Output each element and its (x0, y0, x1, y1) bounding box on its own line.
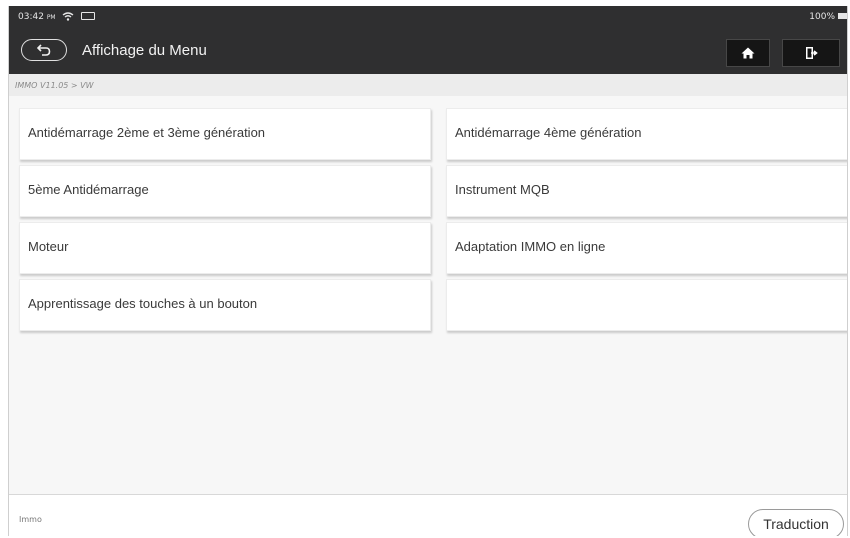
back-arrow-icon (37, 44, 51, 56)
battery-icon (838, 13, 847, 19)
menu-item-immo-5[interactable]: 5ème Antidémarrage (19, 165, 431, 217)
menu-grid: Antidémarrage 2ème et 3ème génération An… (9, 96, 847, 496)
battery-level: 100% (809, 12, 835, 22)
status-time-value: 03:42 (18, 12, 44, 22)
footer-bar: Immo Traduction (9, 494, 847, 536)
translate-button[interactable]: Traduction (748, 509, 844, 536)
page-title: Affichage du Menu (82, 42, 207, 59)
wifi-icon (62, 12, 74, 21)
menu-item-moteur[interactable]: Moteur (19, 222, 431, 274)
menu-item-immo-4-generation[interactable]: Antidémarrage 4ème génération (446, 108, 847, 160)
back-button[interactable] (21, 39, 67, 61)
breadcrumb: IMMO V11.05 > VW (9, 74, 847, 96)
home-button[interactable] (726, 39, 770, 67)
exit-icon (805, 47, 818, 59)
menu-item-immo-2-3-generation[interactable]: Antidémarrage 2ème et 3ème génération (19, 108, 431, 160)
menu-item-online-immo-adaptation[interactable]: Adaptation IMMO en ligne (446, 222, 847, 274)
menu-item-empty (446, 279, 847, 331)
title-bar: 03:42 PM 100% Affichage du Menu (9, 6, 847, 74)
menu-item-one-button-key-learning[interactable]: Apprentissage des touches à un bouton (19, 279, 431, 331)
menu-item-instrument-mqb[interactable]: Instrument MQB (446, 165, 847, 217)
status-time-ampm: PM (46, 14, 56, 21)
app-window: 03:42 PM 100% Affichage du Menu IMMO V11… (8, 6, 848, 536)
battery-saver-icon (81, 12, 95, 20)
exit-button[interactable] (782, 39, 840, 67)
home-icon (741, 47, 755, 59)
status-time: 03:42 PM (18, 12, 56, 22)
footer-label: Immo (19, 515, 42, 524)
